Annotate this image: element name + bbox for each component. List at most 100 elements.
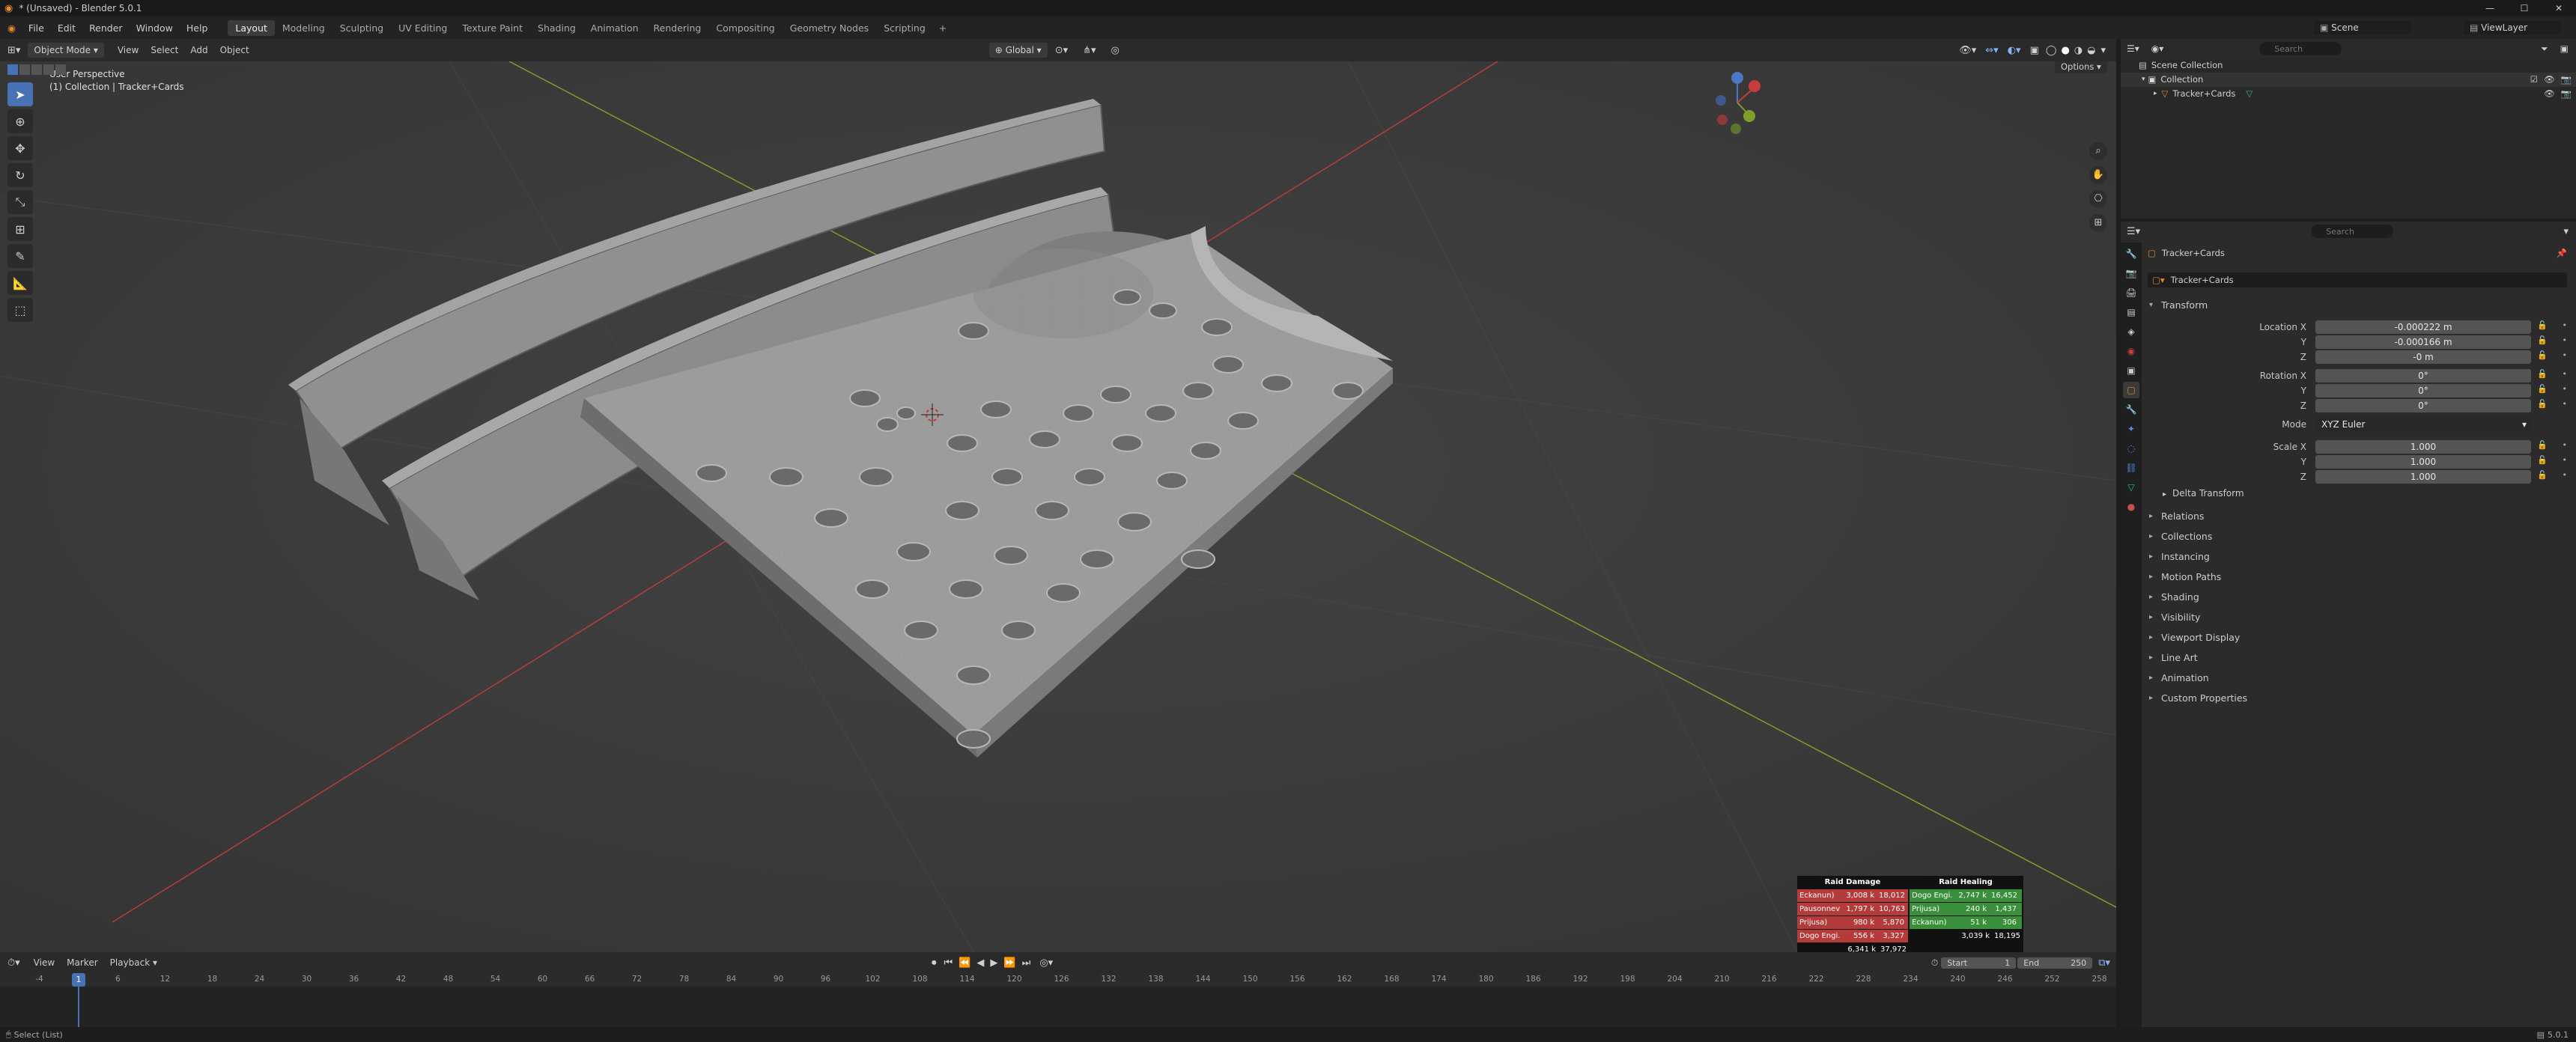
jump-keyframe-forward-icon[interactable]: ⏩ — [1000, 957, 1018, 969]
shading-options-icon[interactable]: ▾ — [2097, 45, 2116, 56]
menu-view[interactable]: View — [112, 45, 145, 55]
close-icon[interactable]: ✕ — [2542, 3, 2576, 13]
shading-material-icon[interactable]: ◑ — [2072, 45, 2085, 56]
proportional-edit-icon[interactable]: ◎ — [1104, 45, 1127, 56]
playback-menu[interactable]: Playback ▾ — [104, 957, 163, 968]
constraints-tab-icon[interactable]: ⛓ — [2123, 460, 2139, 476]
panel-transform[interactable]: ▾ Transform — [2149, 296, 2557, 314]
annotate-tool-icon[interactable]: ✎ — [7, 244, 33, 268]
keyframe-dot-icon[interactable]: • — [2563, 335, 2568, 345]
measure-tool-icon[interactable]: 📐 — [7, 271, 33, 295]
zoom-icon[interactable]: ⌕ — [2089, 142, 2107, 160]
panel-viewport-display[interactable]: ▸ Viewport Display — [2149, 628, 2557, 646]
workspace-tab[interactable]: Compositing — [708, 20, 782, 36]
lock-icon[interactable]: 🔓 — [2537, 369, 2548, 379]
location-z-field[interactable]: -0 m — [2315, 350, 2531, 364]
timeline[interactable]: -4 1 6 12 18 24 30 36 42 48 54 60 66 72 78 84 90 96 102 108… — [0, 973, 2116, 1027]
keyframe-dot-icon[interactable]: • — [2563, 455, 2568, 465]
outliner-editor-icon[interactable]: ☰▾ — [2121, 43, 2145, 54]
rotation-mode-select[interactable]: XYZ Euler ▾ — [2315, 418, 2531, 431]
lock-icon[interactable]: 🔓 — [2537, 384, 2548, 394]
keyframe-dot-icon[interactable]: • — [2563, 440, 2568, 450]
workspace-tab[interactable]: Layout — [228, 19, 275, 36]
playhead[interactable]: 1 — [72, 973, 85, 987]
render-tab-icon[interactable]: 📷 — [2123, 265, 2139, 281]
select-intersect-icon[interactable] — [55, 64, 66, 75]
properties-options-icon[interactable]: ▾ — [2556, 226, 2576, 237]
scene-tab-icon[interactable]: ◈ — [2123, 323, 2139, 340]
properties-search-input[interactable] — [2311, 225, 2394, 238]
lock-icon[interactable]: 🔓 — [2537, 440, 2548, 450]
keying-icon[interactable]: ◎▾ — [1033, 957, 1059, 969]
object-name-field[interactable]: ▢▾ Tracker+Cards — [2148, 272, 2567, 287]
shading-rendered-icon[interactable]: ◒ — [2085, 45, 2097, 56]
panel-visibility[interactable]: ▸ Visibility — [2149, 608, 2557, 626]
pan-hand-icon[interactable]: ✋ — [2089, 166, 2107, 184]
editor-type-icon[interactable]: ⊞▾ — [0, 45, 28, 56]
hide-eye-icon[interactable]: 👁 — [2544, 73, 2555, 87]
select-invert-icon[interactable] — [43, 64, 54, 75]
menu-object[interactable]: Object — [214, 45, 255, 55]
panel-instancing[interactable]: ▸ Instancing — [2149, 547, 2557, 565]
transform-tool-icon[interactable]: ⊞ — [7, 217, 33, 241]
move-tool-icon[interactable]: ✥ — [7, 136, 33, 160]
scale-z-field[interactable]: 1.000 — [2315, 470, 2531, 484]
workspace-tab[interactable]: UV Editing — [391, 20, 455, 36]
new-collection-icon[interactable]: ▣ — [2553, 43, 2576, 54]
workspace-tab[interactable]: Animation — [583, 20, 646, 36]
shading-wireframe-icon[interactable]: ◯ — [2044, 45, 2059, 56]
workspace-tab[interactable]: Sculpting — [332, 20, 391, 36]
xray-icon[interactable]: ▣ — [2026, 45, 2044, 56]
scene-selector[interactable]: ▣ Scene — [2314, 21, 2411, 34]
lock-icon[interactable]: 🔓 — [2537, 455, 2548, 465]
panel-animation[interactable]: ▸ Animation — [2149, 668, 2557, 686]
minimize-icon[interactable]: — — [2473, 3, 2507, 13]
jump-start-icon[interactable]: ⏮ — [941, 957, 956, 969]
workspace-tab[interactable]: Rendering — [646, 20, 709, 36]
menu-render[interactable]: Render — [82, 22, 130, 34]
rotation-y-field[interactable]: 0° — [2315, 384, 2531, 397]
scale-tool-icon[interactable]: ⤡ — [7, 190, 33, 214]
timeline-menu-marker[interactable]: Marker — [61, 957, 103, 968]
menu-add[interactable]: Add — [184, 45, 213, 55]
expand-arrow-icon[interactable]: ▾ — [2142, 73, 2145, 87]
maximize-icon[interactable]: ☐ — [2507, 3, 2542, 13]
rotate-tool-icon[interactable]: ↻ — [7, 163, 33, 187]
delta-transform-panel[interactable]: ▸ Delta Transform — [2163, 488, 2244, 499]
shading-solid-icon[interactable]: ● — [2059, 45, 2071, 56]
pivot-icon[interactable]: ⊙▾ — [1048, 45, 1075, 56]
material-tab-icon[interactable]: ● — [2123, 499, 2139, 515]
expand-arrow-icon[interactable]: ▸ — [2154, 87, 2157, 101]
keyframe-dot-icon[interactable]: • — [2563, 470, 2568, 480]
menu-edit[interactable]: Edit — [51, 22, 82, 34]
keyframe-dot-icon[interactable]: • — [2563, 399, 2568, 409]
lock-icon[interactable]: 🔓 — [2537, 320, 2548, 330]
menu-select[interactable]: Select — [145, 45, 184, 55]
end-frame-field[interactable]: End 250 — [2017, 957, 2093, 969]
keyframe-dot-icon[interactable]: • — [2563, 384, 2568, 394]
overlay-icon[interactable]: ◐▾ — [2003, 45, 2026, 56]
world-tab-icon[interactable]: ◉ — [2123, 343, 2139, 359]
workspace-tab[interactable]: Geometry Nodes — [783, 20, 876, 36]
workspace-tab[interactable]: Scripting — [876, 20, 933, 36]
data-tab-icon[interactable]: ▽ — [2123, 479, 2139, 496]
panel-collections[interactable]: ▸ Collections — [2149, 527, 2557, 545]
transform-orientation-selector[interactable]: ⊕ Global ▾ — [988, 43, 1048, 58]
ortho-toggle-icon[interactable]: ⊞ — [2089, 214, 2107, 232]
location-y-field[interactable]: -0.000166 m — [2315, 335, 2531, 349]
render-camera-icon[interactable]: 📷 — [2561, 87, 2572, 101]
filter-icon[interactable]: ⏷ — [2536, 43, 2553, 55]
render-camera-icon[interactable]: 📷 — [2561, 73, 2572, 87]
jump-end-icon[interactable]: ⏭ — [1019, 957, 1034, 969]
gizmo-icon[interactable]: ⇔▾ — [1981, 45, 2002, 56]
cursor-tool-icon[interactable]: ⊕ — [7, 109, 33, 133]
lock-icon[interactable]: 🔓 — [2537, 350, 2548, 360]
record-icon[interactable]: ⏺ — [927, 957, 941, 969]
properties-editor-icon[interactable]: ☰▾ — [2121, 226, 2146, 237]
menu-window[interactable]: Window — [130, 22, 180, 34]
options-button[interactable]: Options ▾ — [2055, 61, 2107, 73]
panel-motion-paths[interactable]: ▸ Motion Paths — [2149, 567, 2557, 585]
timeline-menu-view[interactable]: View — [28, 957, 61, 968]
keyframe-dot-icon[interactable]: • — [2563, 320, 2568, 330]
add-cube-tool-icon[interactable]: ⬚ — [7, 298, 33, 322]
